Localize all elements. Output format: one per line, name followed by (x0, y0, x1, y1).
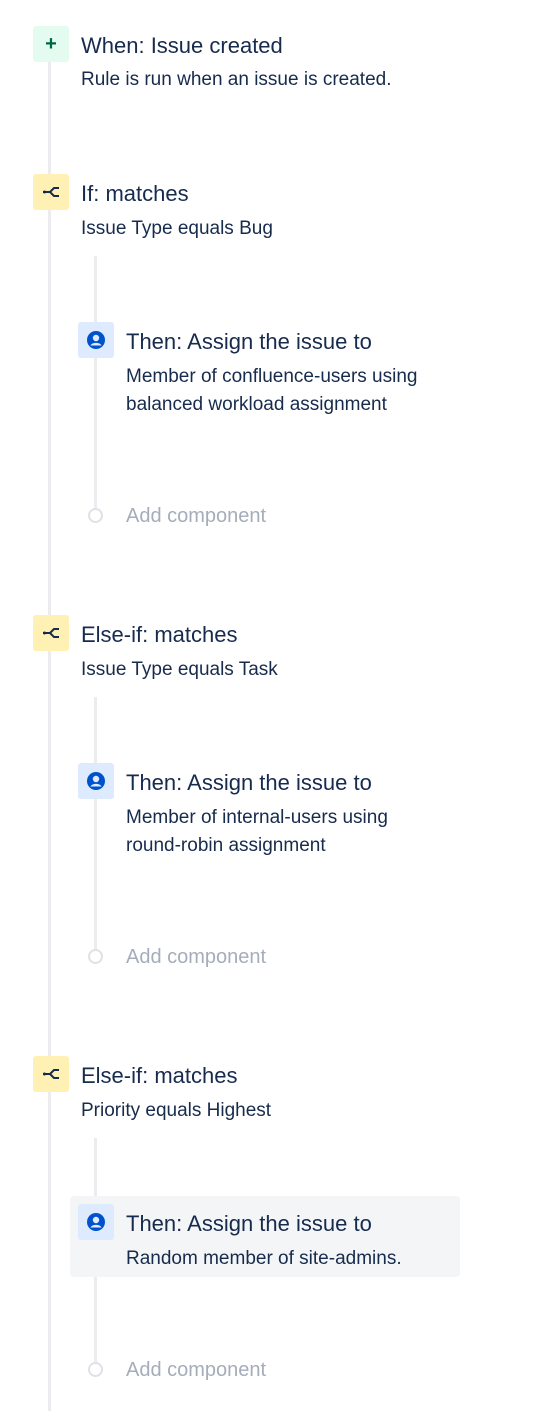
condition-description: Issue Type equals Task (81, 659, 278, 680)
action-description-line1: Member of confluence-users using (126, 366, 418, 387)
action-title: Then: Assign the issue to (126, 329, 372, 354)
action-description-line2: round-robin assignment (126, 835, 326, 856)
action-description-line1: Member of internal-users using (126, 807, 388, 828)
condition-description: Issue Type equals Bug (81, 218, 273, 239)
user-icon (78, 763, 114, 799)
action-title: Then: Assign the issue to (126, 770, 372, 795)
action-description-line1: Random member of site-admins. (126, 1248, 402, 1269)
nested-timeline-line (94, 256, 97, 518)
user-icon (78, 322, 114, 358)
condition-title: If: matches (81, 181, 189, 206)
nested-timeline-line (94, 697, 97, 959)
branch-icon (33, 1056, 69, 1092)
condition-title: Else-if: matches (81, 622, 238, 647)
condition-title: Else-if: matches (81, 1063, 238, 1088)
trigger-description: Rule is run when an issue is created. (81, 69, 392, 90)
trigger-title: When: Issue created (81, 33, 283, 58)
action-title: Then: Assign the issue to (126, 1211, 372, 1236)
branch-icon (33, 615, 69, 651)
branch-icon (33, 174, 69, 210)
user-icon (78, 1204, 114, 1240)
main-timeline-line (48, 48, 51, 1411)
condition-description: Priority equals Highest (81, 1100, 272, 1121)
add-component-dot (88, 949, 103, 964)
action-description-line2: balanced workload assignment (126, 394, 387, 415)
add-component-button[interactable]: Add component (126, 946, 266, 969)
add-component-dot (88, 508, 103, 523)
add-component-button[interactable]: Add component (126, 1359, 266, 1382)
add-component-dot (88, 1362, 103, 1377)
plus-icon: + (33, 26, 69, 62)
add-component-button[interactable]: Add component (126, 505, 266, 528)
